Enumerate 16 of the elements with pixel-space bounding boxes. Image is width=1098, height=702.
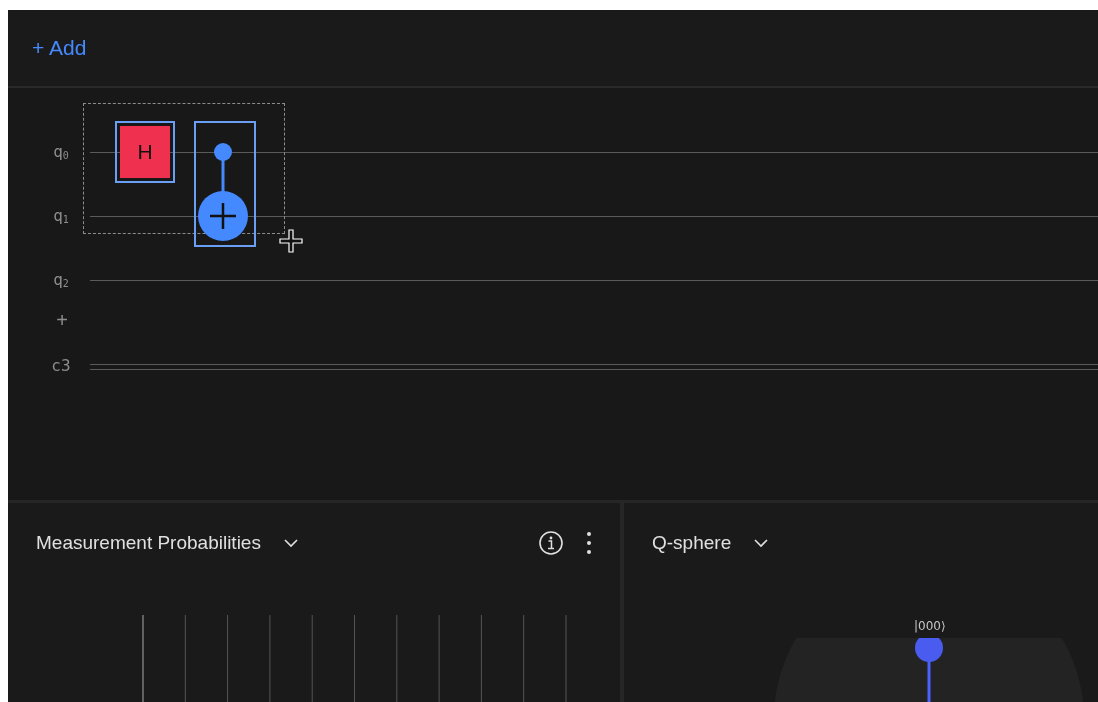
wire-label: q$_{2}$ [52, 269, 70, 289]
dropdown-button[interactable] [282, 538, 299, 548]
panel-title: Q-sphere [652, 532, 732, 554]
info-icon[interactable] [538, 530, 564, 556]
wire-label: q$_{0}$ [52, 141, 70, 161]
wire-label: c3 [50, 355, 72, 375]
panel-title: Measurement Probabilities [36, 532, 261, 554]
h-gate[interactable]: H [115, 121, 175, 183]
add-button[interactable]: + Add [32, 36, 87, 60]
dropdown-button[interactable] [753, 538, 770, 548]
add-wire-button[interactable]: + [52, 309, 72, 331]
overflow-menu-icon[interactable] [586, 530, 592, 556]
crosshair-cursor-icon [278, 228, 304, 254]
cnot-gate[interactable] [194, 121, 256, 247]
wire-label: q$_{1}$ [52, 205, 70, 225]
state-label: |000⟩ [914, 619, 946, 633]
